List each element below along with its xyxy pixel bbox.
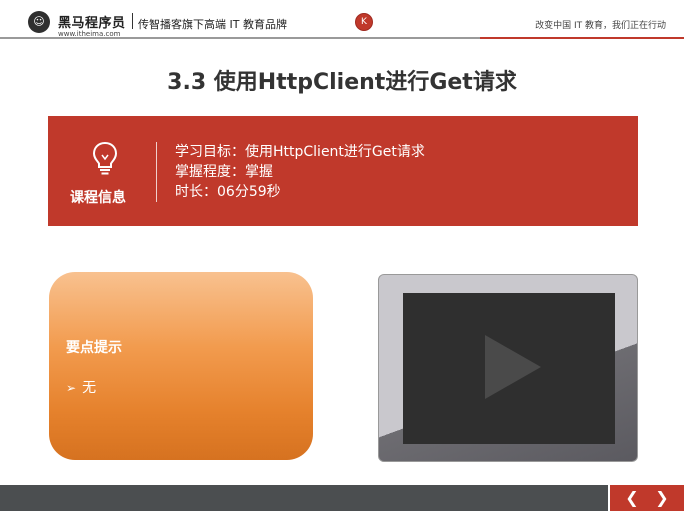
- k-badge-icon[interactable]: K: [355, 13, 373, 31]
- course-info-panel: 课程信息 学习目标：使用HttpClient进行Get请求 掌握程度：掌握 时长…: [48, 116, 638, 226]
- footer-bar: ❮ ❯: [0, 485, 684, 511]
- course-info-divider: [156, 142, 157, 202]
- next-slide-button[interactable]: ❯: [650, 488, 674, 508]
- key-points-card: 要点提示 ➢ 无: [49, 272, 313, 460]
- prev-slide-button[interactable]: ❮: [620, 488, 644, 508]
- header-underline-gray: [0, 37, 480, 39]
- video-screen[interactable]: [403, 293, 615, 444]
- footer-nav: ❮ ❯: [610, 485, 684, 511]
- logo-name: 黑马程序员: [58, 16, 126, 31]
- mastery-level: 掌握程度：掌握: [175, 164, 273, 180]
- key-points-item-text: 无: [82, 380, 97, 396]
- learning-goal: 学习目标：使用HttpClient进行Get请求: [175, 144, 425, 160]
- header-tagline: 传智播客旗下高端 IT 教育品牌: [138, 18, 287, 31]
- lightbulb-icon: [92, 141, 118, 175]
- logo-horse-icon: ☺: [28, 11, 50, 33]
- header-underline-red: [480, 37, 684, 39]
- key-points-item: ➢ 无: [66, 377, 96, 397]
- key-points-title: 要点提示: [66, 340, 122, 356]
- video-player[interactable]: [378, 274, 638, 462]
- course-info-label: 课程信息: [70, 190, 126, 206]
- header-bar: ☺ 黑马程序员 www.itheima.com 传智播客旗下高端 IT 教育品牌…: [0, 0, 684, 46]
- duration: 时长：06分59秒: [175, 184, 281, 200]
- arrow-bullet-icon: ➢: [66, 381, 77, 395]
- footer-gray-strip: [0, 485, 608, 511]
- header-separator: [132, 13, 133, 29]
- play-icon[interactable]: [485, 335, 541, 399]
- course-info-details: 学习目标：使用HttpClient进行Get请求 掌握程度：掌握 时长：06分5…: [175, 142, 425, 202]
- header-slogan: 改变中国 IT 教育，我们正在行动: [535, 21, 666, 31]
- page-title: 3.3 使用HttpClient进行Get请求: [167, 70, 517, 95]
